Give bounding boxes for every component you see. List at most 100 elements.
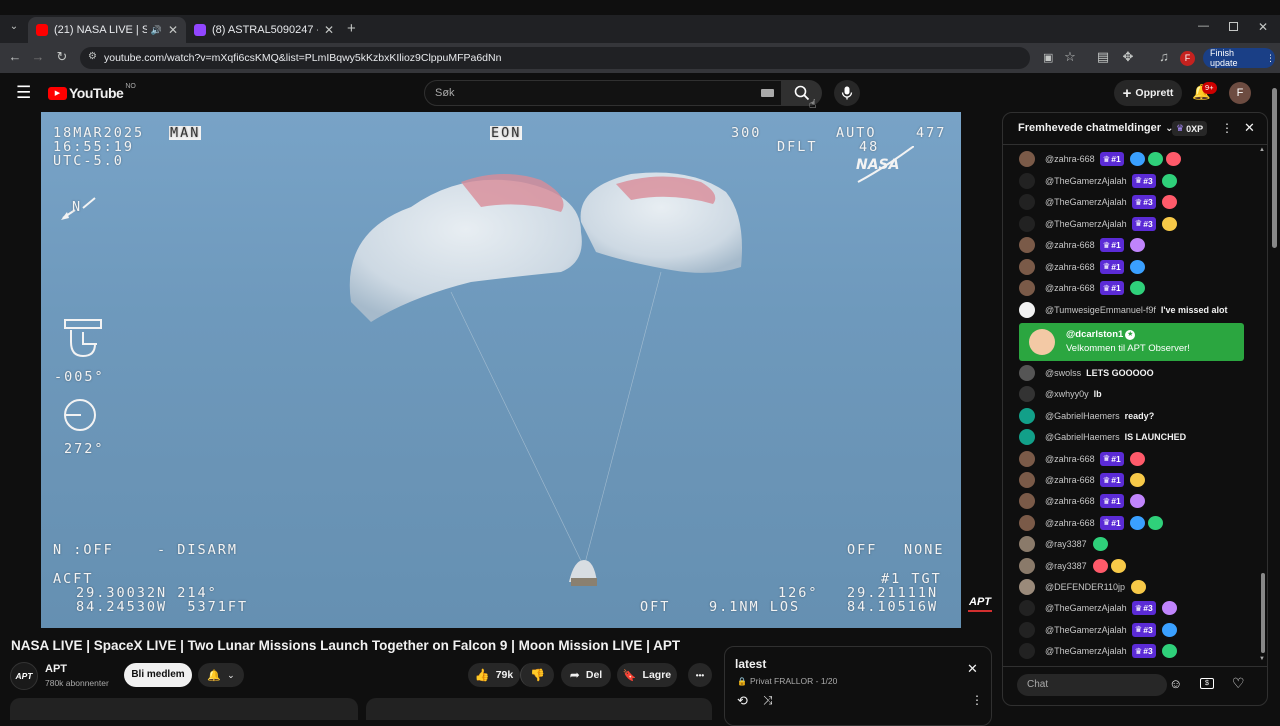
chat-author[interactable]: @TheGamerzAjalah [1045,176,1127,186]
page-scrollbar[interactable] [1272,88,1277,248]
playlist-title[interactable]: latest [735,657,766,671]
chat-avatar[interactable] [1019,579,1035,595]
chat-message[interactable]: @TheGamerzAjalah ♛ #3 [1019,171,1177,191]
chat-avatar[interactable] [1019,557,1035,574]
account-avatar[interactable]: F [1229,82,1251,104]
chat-author[interactable]: @TumwesigeEmmanuel-f9f [1045,305,1156,315]
chat-message[interactable]: @zahra-668 ♛ #1 [1019,470,1145,490]
back-icon[interactable]: ← [6,49,24,64]
like-button[interactable]: 👍 79k [468,663,520,687]
chat-avatar[interactable] [1019,215,1035,232]
close-window-icon[interactable]: ✕ [1258,20,1268,34]
channel-avatar[interactable]: APT [10,662,38,690]
heart-icon[interactable]: ♡ [1232,675,1245,692]
chat-avatar[interactable] [1019,386,1035,403]
chat-avatar[interactable] [1019,429,1035,446]
chat-message[interactable]: @TheGamerzAjalah ♛ #3 [1019,214,1177,234]
dislike-button[interactable]: 👎 [520,663,554,687]
chat-avatar[interactable] [1019,536,1035,553]
bookmark-star-icon[interactable]: ☆ [1061,49,1079,65]
chat-author[interactable]: @ray3387 [1045,561,1087,571]
chat-author[interactable]: @TheGamerzAjalah [1045,625,1127,635]
chat-author[interactable]: @DEFENDER110jp [1045,582,1125,592]
chat-author[interactable]: @zahra-668 [1045,518,1095,528]
chat-avatar[interactable] [1019,365,1035,381]
search-input[interactable]: Søk [424,80,782,106]
chat-message[interactable]: @zahra-668 ♛ #1 [1019,149,1181,169]
chat-avatar[interactable] [1019,151,1035,167]
hamburger-menu-icon[interactable]: ☰ [16,83,31,103]
youtube-logo[interactable]: ▶ YouTube NO [48,83,136,101]
chat-author[interactable]: @zahra-668 [1045,240,1095,250]
playlist-more-icon[interactable]: ⋮ [971,693,983,707]
chat-avatar[interactable] [1019,643,1035,660]
chat-message[interactable]: @swolss LETS GOOOOO [1019,363,1154,383]
chat-avatar[interactable] [1019,407,1035,424]
chat-message[interactable]: @TheGamerzAjalah ♛ #3 [1019,192,1177,212]
chat-message[interactable]: @zahra-668 ♛ #1 [1019,513,1163,533]
chat-message[interactable]: @zahra-668 ♛ #1 [1019,449,1145,469]
chat-avatar[interactable] [1019,493,1035,510]
chat-message[interactable]: @GabrielHaemers ready? [1019,406,1154,426]
chat-author[interactable]: @zahra-668 [1045,475,1095,485]
chat-avatar[interactable] [1019,280,1035,296]
tab-close-icon[interactable]: ✕ [324,23,334,37]
voice-search-button[interactable] [834,80,860,106]
chat-avatar[interactable] [1019,172,1035,189]
restore-icon[interactable] [1229,22,1238,31]
chat-author[interactable]: @zahra-668 [1045,283,1095,293]
chat-message[interactable]: @TumwesigeEmmanuel-f9f I've missed alot [1019,300,1228,320]
chat-scroll-up-icon[interactable]: ▲ [1259,147,1265,153]
loop-icon[interactable]: ⟲ [737,693,748,709]
chat-author[interactable]: @ray3387 [1045,539,1087,549]
join-button[interactable]: Bli medlem [124,663,192,687]
chat-avatar[interactable] [1019,621,1035,638]
chat-author[interactable]: @TheGamerzAjalah [1045,197,1127,207]
reload-icon[interactable]: ↻ [53,49,71,65]
xp-badge[interactable]: ♛ 0XP [1172,121,1208,136]
notification-settings-button[interactable]: 🔔 ⌄ [198,663,244,687]
chat-message[interactable]: @xwhyy0y lb [1019,384,1102,404]
chat-avatar[interactable] [1019,472,1035,488]
chat-mode-selector[interactable]: Fremhevede chatmeldinger ⌄ [1018,122,1173,134]
create-button[interactable]: + Opprett [1114,80,1182,106]
chat-avatar[interactable] [1019,450,1035,467]
chat-author[interactable]: @TheGamerzAjalah [1045,646,1127,656]
chat-message[interactable]: @zahra-668 ♛ #1 [1019,278,1145,298]
chat-scrollbar[interactable] [1261,573,1265,653]
chat-more-icon[interactable]: ⋮ [1221,121,1233,135]
media-controls-icon[interactable]: ♫ [1155,49,1173,64]
extensions-puzzle-icon[interactable]: ✥ [1119,49,1137,65]
chat-author[interactable]: @TheGamerzAjalah [1045,603,1127,613]
chat-close-icon[interactable]: ✕ [1244,120,1255,136]
chat-author[interactable]: @zahra-668 [1045,496,1095,506]
chat-message[interactable]: @TheGamerzAjalah ♛ #3 [1019,598,1177,618]
address-bar[interactable]: ⚙ youtube.com/watch?v=mXqfi6csKMQ&list=P… [80,47,1053,69]
new-tab-button[interactable]: + [347,20,356,37]
keyboard-icon[interactable] [761,89,774,97]
install-icon[interactable]: ▣ [1043,51,1053,64]
tab-close-icon[interactable]: ✕ [168,23,178,37]
share-button[interactable]: ➦ Del [561,663,611,687]
emoji-icon[interactable]: ☺ [1169,676,1182,691]
finish-update-button[interactable]: Finish update ⋮ [1203,48,1275,68]
chat-message[interactable]: @zahra-668 ♛ #1 [1019,235,1145,255]
chat-avatar[interactable] [1019,301,1035,318]
save-button[interactable]: 🔖 Lagre [617,663,677,687]
chat-author[interactable]: @GabrielHaemers [1045,432,1120,442]
chat-avatar[interactable] [1019,600,1035,617]
tab-twitch[interactable]: (8) ASTRAL5090247 - Twitch ✕ [186,17,342,43]
chat-message[interactable]: @zahra-668 ♛ #1 [1019,491,1145,511]
chat-author[interactable]: @zahra-668 [1045,454,1095,464]
chat-avatar[interactable] [1019,237,1035,253]
chat-author[interactable]: @swolss [1045,368,1081,378]
chat-message[interactable]: @TheGamerzAjalah ♛ #3 [1019,641,1177,661]
chat-message[interactable]: @GabrielHaemers IS LAUNCHED [1019,427,1186,447]
shuffle-icon[interactable]: ⤨ [763,693,773,708]
chat-message[interactable]: @TheGamerzAjalah ♛ #3 [1019,620,1177,640]
tab-search-icon[interactable]: ⌄ [6,21,22,37]
chat-input[interactable]: Chat [1017,674,1167,696]
video-player[interactable]: 18MAR2025 MAN 16:55:19 UTC-5.0 EON 300 A… [41,112,961,628]
playlist-close-icon[interactable]: ✕ [967,661,978,677]
chat-message[interactable]: @ray3387 [1019,556,1126,576]
